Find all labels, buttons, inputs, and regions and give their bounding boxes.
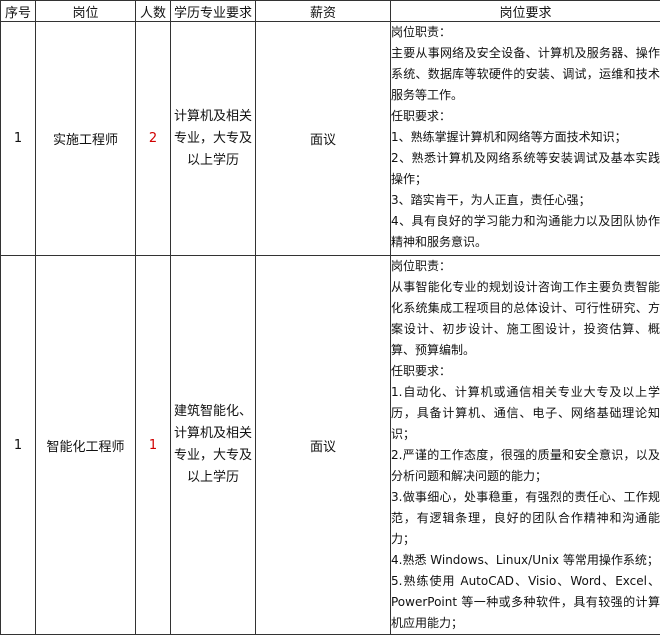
requirement-line: 2、熟悉计算机及网络系统等安装调试及基本实践操作； — [391, 148, 660, 190]
header-count: 人数 — [136, 1, 171, 22]
requirement-line: 任职要求： — [391, 361, 660, 382]
header-salary: 薪资 — [256, 1, 391, 22]
requirement-line: 岗位职责： — [391, 22, 660, 43]
requirement-line: 任职要求： — [391, 106, 660, 127]
row-position: 智能化工程师 — [36, 256, 136, 635]
row-index: 1 — [1, 256, 36, 635]
row-requirements: 岗位职责： 从事智能化专业的规划设计咨询工作主要负责智能化系统集成工程项目的总体… — [391, 256, 660, 635]
row-education: 建筑智能化、计算机及相关专业，大专及以上学历 — [171, 256, 256, 635]
row-index: 1 — [1, 22, 36, 256]
job-table: 序号 岗位 人数 学历专业要求 薪资 岗位要求 1 实施工程师 2 计算机及相关… — [0, 0, 660, 635]
header-requirements: 岗位要求 — [391, 1, 660, 22]
header-row: 序号 岗位 人数 学历专业要求 薪资 岗位要求 — [1, 1, 660, 22]
row-salary: 面议 — [256, 22, 391, 256]
row-education: 计算机及相关专业，大专及以上学历 — [171, 22, 256, 256]
requirement-line: 4、具有良好的学习能力和沟通能力以及团队协作精神和服务意识。 — [391, 211, 660, 253]
header-position: 岗位 — [36, 1, 136, 22]
requirement-line: 从事智能化专业的规划设计咨询工作主要负责智能化系统集成工程项目的总体设计、可行性… — [391, 277, 660, 361]
requirement-line: 1、熟练掌握计算机和网络等方面技术知识； — [391, 127, 660, 148]
requirement-line: 岗位职责： — [391, 256, 660, 277]
header-index: 序号 — [1, 1, 36, 22]
requirement-line: 4.熟悉 Windows、Linux/Unix 等常用操作系统； — [391, 550, 660, 571]
table-row: 1 智能化工程师 1 建筑智能化、计算机及相关专业，大专及以上学历 面议 岗位职… — [1, 256, 660, 635]
requirement-line: 3、踏实肯干，为人正直，责任心强； — [391, 190, 660, 211]
header-education: 学历专业要求 — [171, 1, 256, 22]
requirement-line: 2.严谨的工作态度，很强的质量和安全意识，以及分析问题和解决问题的能力； — [391, 445, 660, 487]
row-requirements: 岗位职责： 主要从事网络及安全设备、计算机及服务器、操作系统、数据库等软硬件的安… — [391, 22, 660, 256]
row-count: 2 — [136, 22, 171, 256]
requirement-line: 1.自动化、计算机或通信相关专业大专及以上学历，具备计算机、通信、电子、网络基础… — [391, 382, 660, 445]
requirement-line: 5.熟练使用 AutoCAD、Visio、Word、Excel、PowerPoi… — [391, 571, 660, 634]
row-salary: 面议 — [256, 256, 391, 635]
row-position: 实施工程师 — [36, 22, 136, 256]
requirement-line: 3.做事细心，处事稳重，有强烈的责任心、工作规范，有逻辑条理，良好的团队合作精神… — [391, 487, 660, 550]
row-count: 1 — [136, 256, 171, 635]
table-row: 1 实施工程师 2 计算机及相关专业，大专及以上学历 面议 岗位职责： 主要从事… — [1, 22, 660, 256]
requirement-line: 主要从事网络及安全设备、计算机及服务器、操作系统、数据库等软硬件的安装、调试，运… — [391, 43, 660, 106]
